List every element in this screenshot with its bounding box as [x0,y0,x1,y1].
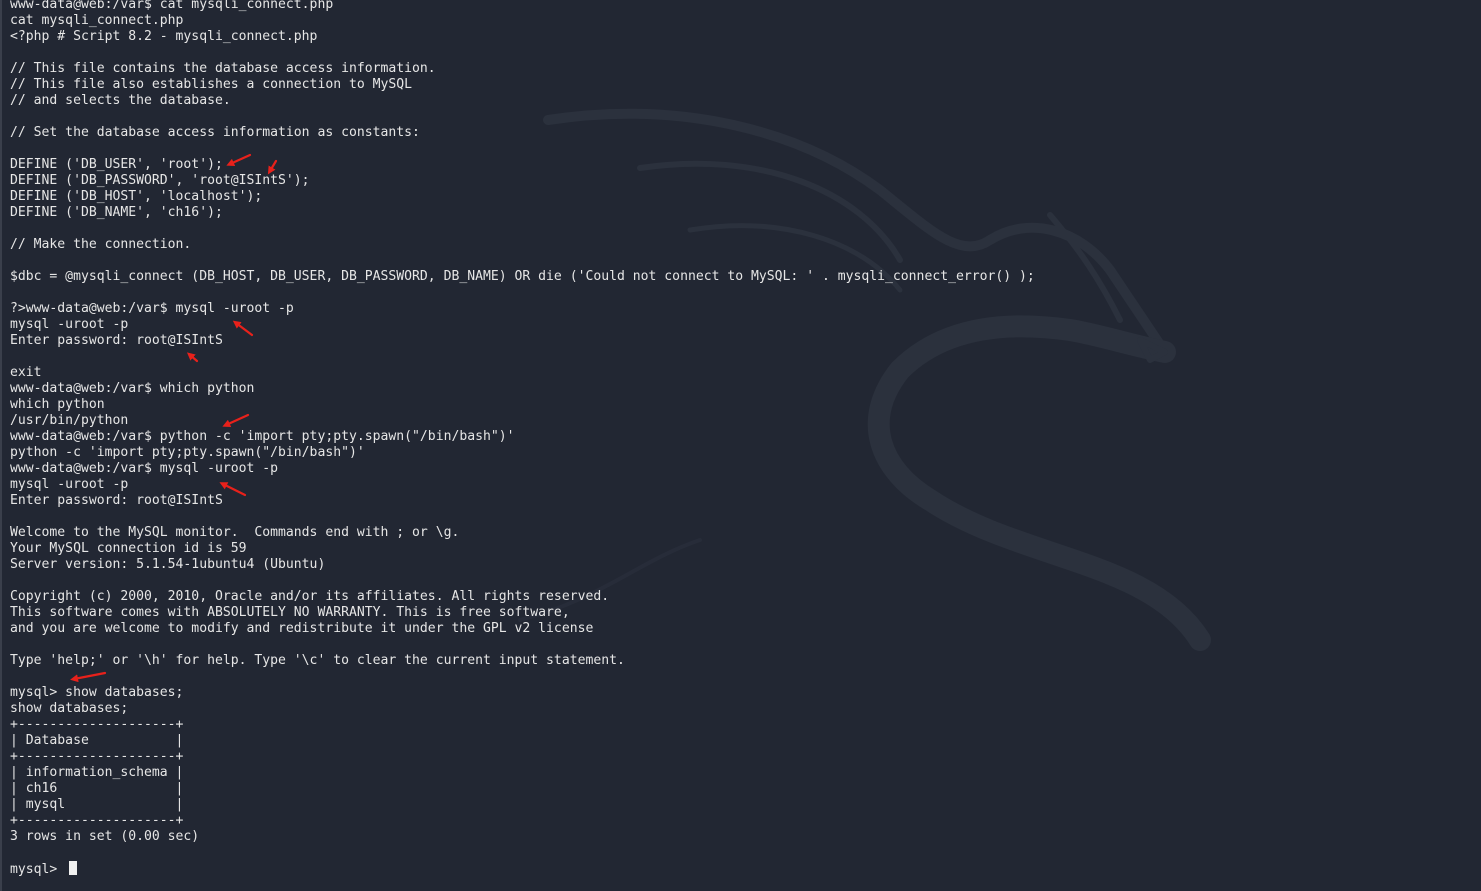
terminal-window[interactable]: www-data@web:/var$ cat mysqli_connect.ph… [0,0,1481,891]
terminal-line: +--------------------+ [10,717,184,732]
terminal-output: www-data@web:/var$ cat mysqli_connect.ph… [10,0,1035,877]
terminal-line: which python [10,397,105,412]
terminal-line: Copyright (c) 2000, 2010, Oracle and/or … [10,589,610,604]
terminal-line: +--------------------+ [10,749,184,764]
terminal-line: DEFINE ('DB_NAME', 'ch16'); [10,205,223,220]
terminal-line: // Make the connection. [10,237,192,252]
terminal-line: mysql> show databases; [10,685,184,700]
terminal-line: show databases; [10,701,129,716]
terminal-line: | Database | [10,733,184,748]
terminal-line: ?>www-data@web:/var$ mysql -uroot -p [10,301,294,316]
terminal-line: python -c 'import pty;pty.spawn("/bin/ba… [10,445,365,460]
terminal-line: | ch16 | [10,781,184,796]
terminal-line: // Set the database access information a… [10,125,420,140]
block-cursor [69,861,78,875]
terminal-line: Enter password: root@ISIntS [10,493,223,508]
terminal-line: mysql> [10,861,1035,877]
terminal-line: www-data@web:/var$ python -c 'import pty… [10,429,515,444]
terminal-line: // This file contains the database acces… [10,61,436,76]
terminal-line: | information_schema | [10,765,184,780]
terminal-line: Enter password: root@ISIntS [10,333,223,348]
terminal-line: $dbc = @mysqli_connect (DB_HOST, DB_USER… [10,269,1035,284]
terminal-line: /usr/bin/python [10,413,129,428]
terminal-line: DEFINE ('DB_HOST', 'localhost'); [10,189,263,204]
terminal-line: This software comes with ABSOLUTELY NO W… [10,605,570,620]
terminal-line: mysql -uroot -p [10,477,129,492]
terminal-line: www-data@web:/var$ cat mysqli_connect.ph… [10,0,334,12]
window-edge [0,0,2,891]
terminal-line: // This file also establishes a connecti… [10,77,413,92]
terminal-line: www-data@web:/var$ which python [10,381,255,396]
terminal-line: mysql -uroot -p [10,317,129,332]
terminal-line: and you are welcome to modify and redist… [10,621,594,636]
terminal-line: exit [10,365,42,380]
terminal-line: Your MySQL connection id is 59 [10,541,247,556]
terminal-line: Type 'help;' or '\h' for help. Type '\c'… [10,653,625,668]
terminal-line: +--------------------+ [10,813,184,828]
terminal-line: <?php # Script 8.2 - mysqli_connect.php [10,29,318,44]
terminal-line: 3 rows in set (0.00 sec) [10,829,200,844]
terminal-line: DEFINE ('DB_USER', 'root'); [10,157,223,172]
terminal-line: Welcome to the MySQL monitor. Commands e… [10,525,460,540]
terminal-line: | mysql | [10,797,184,812]
terminal-line: cat mysqli_connect.php [10,13,184,28]
terminal-line: www-data@web:/var$ mysql -uroot -p [10,461,279,476]
terminal-line: // and selects the database. [10,93,231,108]
terminal-line: Server version: 5.1.54-1ubuntu4 (Ubuntu) [10,557,326,572]
terminal-line: DEFINE ('DB_PASSWORD', 'root@ISIntS'); [10,173,310,188]
